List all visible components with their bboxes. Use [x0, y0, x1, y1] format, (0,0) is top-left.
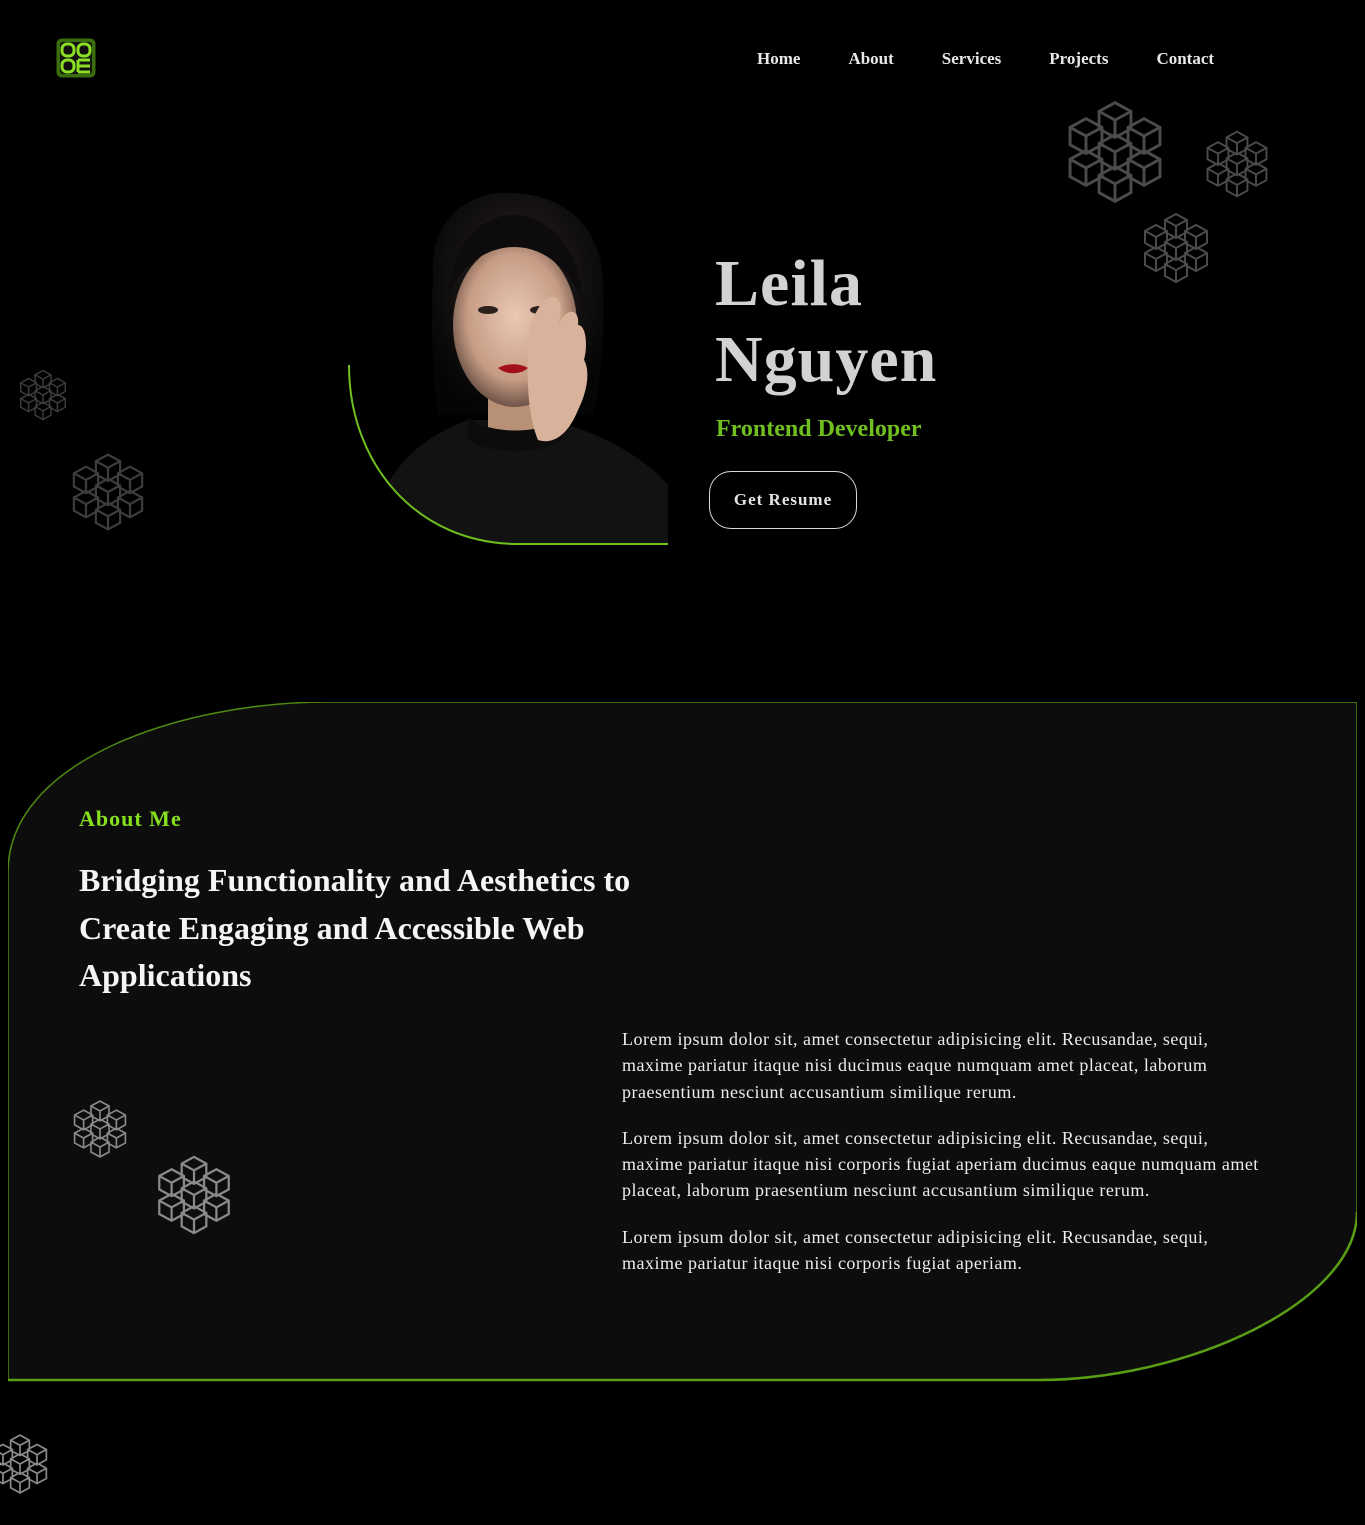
about-paragraph: Lorem ipsum dolor sit, amet consectetur …	[622, 1029, 1209, 1102]
hero-role: Frontend Developer	[716, 416, 922, 442]
site-logo[interactable]	[56, 38, 96, 78]
cube-cluster-icon	[58, 438, 158, 546]
about-eyebrow: About Me	[79, 806, 182, 831]
main-nav: Home About Services Projects Contact	[757, 46, 1214, 72]
about-paragraph: Lorem ipsum dolor sit, amet consectetur …	[622, 1226, 1209, 1274]
hero-first-name: Leila	[715, 247, 863, 320]
profile-portrait	[348, 185, 668, 546]
get-resume-button[interactable]: Get Resume	[709, 471, 857, 529]
cube-cluster-icon	[0, 1428, 60, 1500]
cube-cluster-icon	[62, 1088, 138, 1170]
cube-cluster-icon	[8, 358, 78, 432]
nav-projects[interactable]: Projects	[1049, 46, 1108, 72]
about-body: Lorem ipsum dolor sit, amet consectetur …	[622, 1026, 1272, 1296]
hero-last-name: Nguyen	[715, 323, 938, 396]
about-paragraph: Lorem ipsum dolor sit, amet consectetur …	[622, 1127, 1259, 1201]
nav-about[interactable]: About	[848, 46, 893, 72]
nav-home[interactable]: Home	[757, 46, 800, 72]
grid-logo-icon	[56, 38, 96, 78]
cube-cluster-icon	[1195, 118, 1280, 210]
nav-contact[interactable]: Contact	[1156, 46, 1214, 72]
cube-cluster-icon	[1130, 198, 1222, 298]
cube-cluster-icon	[143, 1140, 245, 1250]
hero-name: Leila Nguyen	[715, 246, 937, 398]
about-heading: Bridging Functionality and Aesthetics to…	[79, 862, 631, 993]
nav-services[interactable]: Services	[942, 46, 1001, 72]
